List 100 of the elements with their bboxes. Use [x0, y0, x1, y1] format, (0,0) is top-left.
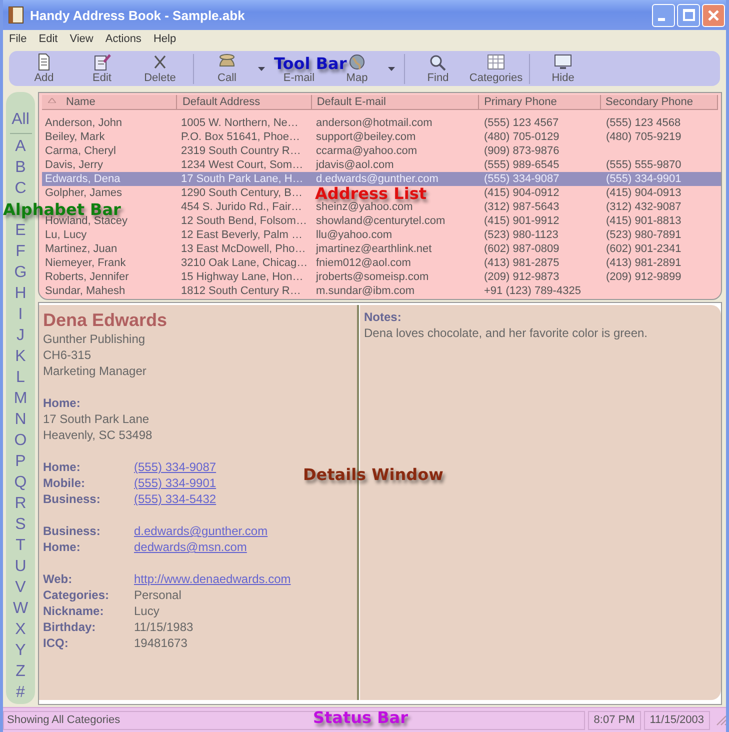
table-cell[interactable]: (413) 981-2875 [481, 256, 603, 270]
table-cell[interactable]: Lu, Lucy [42, 228, 178, 242]
table-cell[interactable]: Carma, Cheryl [42, 144, 178, 158]
table-cell[interactable]: (602) 987-0809 [481, 242, 603, 256]
table-cell[interactable]: (909) 873-9876 [481, 144, 603, 158]
table-cell[interactable]: (415) 901-9912 [481, 214, 603, 228]
letter-tab[interactable]: L [16, 370, 25, 386]
document-pencil-icon[interactable] [92, 52, 112, 70]
table-cell[interactable]: 12 East Beverly, Palm … [178, 228, 313, 242]
table-cell[interactable]: Edwards, Dena [42, 172, 178, 186]
letter-tab[interactable]: C [14, 180, 26, 196]
table-cell[interactable]: ccarma@yahoo.com [313, 144, 481, 158]
table-cell[interactable]: (555) 555-9870 [603, 158, 721, 172]
globe-icon[interactable] [347, 52, 367, 70]
letter-tab[interactable]: G [14, 264, 27, 280]
letter-tab[interactable]: B [15, 160, 26, 176]
letter-tab[interactable]: F [16, 244, 26, 260]
letter-tab[interactable]: # [16, 684, 25, 700]
search-icon[interactable] [428, 52, 448, 70]
table-cell[interactable]: P.O. Box 51641, Phoe… [178, 130, 313, 144]
letter-tab[interactable]: U [14, 558, 26, 574]
table-cell[interactable]: (480) 705-0129 [481, 130, 603, 144]
minimize-button[interactable] [652, 4, 675, 26]
table-cell[interactable]: (555) 334-9901 [603, 172, 721, 186]
table-cell[interactable]: 17 South Park Lane, H… [178, 172, 313, 186]
letter-tab[interactable]: R [14, 496, 26, 512]
table-cell[interactable]: 2319 South Country R… [178, 144, 313, 158]
table-cell[interactable]: jmartinez@earthlink.net [313, 242, 481, 256]
letter-tab[interactable]: A [15, 138, 26, 154]
letter-tab[interactable]: S [15, 516, 26, 532]
table-cell[interactable]: (312) 987-5643 [481, 200, 603, 214]
letter-tab[interactable]: M [14, 390, 28, 406]
table-cell[interactable]: (523) 980-1123 [481, 228, 603, 242]
table-cell[interactable]: 454 S. Jurido Rd., Fair… [178, 200, 313, 214]
table-cell[interactable]: d.edwards@gunther.com [313, 172, 481, 186]
table-cell[interactable]: (209) 912-9899 [603, 270, 721, 284]
table-cell[interactable]: Roberts, Jennifer [42, 270, 178, 284]
field-link[interactable]: http://www.denaedwards.com [134, 571, 291, 587]
table-cell[interactable]: jdavis@aol.com [313, 158, 481, 172]
table-cell[interactable]: Niemeyer, Frank [42, 256, 178, 270]
table-cell[interactable]: (415) 904-0913 [603, 186, 721, 200]
table-cell[interactable]: fniem012@aol.com [313, 256, 481, 270]
caret-icon[interactable] [258, 66, 264, 70]
field-link[interactable]: d.edwards@gunther.com [134, 523, 268, 539]
toolbar-button[interactable]: Hide [552, 72, 574, 84]
letter-tab[interactable]: J [16, 328, 24, 344]
table-cell[interactable]: (312) 432-9087 [603, 200, 721, 214]
letter-tab[interactable]: I [18, 306, 23, 322]
letter-tab[interactable]: All [12, 110, 30, 128]
table-cell[interactable]: sheinz@yahoo.com [313, 200, 481, 214]
menu-item[interactable]: Actions [105, 33, 142, 45]
column-header[interactable]: Default E-mail [312, 95, 480, 109]
table-cell[interactable]: llu@yahoo.com [313, 228, 481, 242]
table-cell[interactable]: (555) 334-9087 [481, 172, 603, 186]
toolbar-button[interactable]: Edit [92, 72, 112, 84]
letter-tab[interactable]: Y [15, 642, 26, 658]
monitor-icon[interactable] [553, 52, 573, 70]
letter-tab[interactable]: W [12, 600, 28, 616]
maximize-button[interactable] [677, 4, 700, 26]
column-header[interactable]: Default Address [177, 95, 312, 109]
table-cell[interactable]: 13 East McDowell, Pho… [178, 242, 313, 256]
letter-tab[interactable]: E [15, 222, 26, 238]
field-link[interactable]: (555) 334-9087 [134, 459, 216, 475]
field-link[interactable]: (555) 334-9901 [134, 475, 216, 491]
column-header[interactable]: Secondary Phone [600, 95, 718, 109]
table-cell[interactable]: Beiley, Mark [42, 130, 178, 144]
table-cell[interactable]: anderson@hotmail.com [313, 116, 481, 130]
table-cell[interactable]: Golpher, James [42, 186, 178, 200]
menu-item[interactable]: Edit [38, 33, 58, 45]
table-cell[interactable]: showland@centurytel.com [313, 214, 481, 228]
table-cell[interactable]: 1812 South Century R… [178, 284, 313, 298]
toolbar-button[interactable]: Find [427, 72, 449, 84]
close-button[interactable] [702, 4, 725, 26]
table-cell[interactable]: (602) 901-2341 [603, 242, 721, 256]
letter-tab[interactable]: Q [14, 474, 27, 490]
letter-tab[interactable]: X [15, 622, 26, 638]
table-cell[interactable]: support@beiley.com [313, 130, 481, 144]
letter-tab[interactable]: Z [16, 664, 26, 680]
toolbar-button[interactable]: Call [218, 72, 236, 84]
toolbar-button[interactable]: Add [34, 72, 54, 84]
table-cell[interactable]: (209) 912-9873 [481, 270, 603, 284]
table-cell[interactable]: (413) 981-2891 [603, 256, 721, 270]
table-cell[interactable]: Davis, Jerry [42, 158, 178, 172]
table-cell[interactable]: (415) 904-0912 [481, 186, 603, 200]
toolbar-button[interactable]: E-mail [283, 72, 315, 84]
column-header[interactable]: Primary Phone [479, 95, 601, 109]
field-link[interactable]: (555) 334-5432 [134, 491, 216, 507]
table-cell[interactable]: Martinez, Juan [42, 242, 178, 256]
table-cell[interactable]: (523) 980-7891 [603, 228, 721, 242]
table-cell[interactable]: jroberts@someisp.com [313, 270, 481, 284]
table-cell[interactable]: m.sundar@ibm.com [313, 284, 481, 298]
table-cell[interactable]: (555) 989-6545 [481, 158, 603, 172]
field-link[interactable]: dedwards@msn.com [134, 539, 247, 555]
table-cell[interactable]: 12 South Bend, Folsom… [178, 214, 313, 228]
table-cell[interactable]: 1290 South Century, B… [178, 186, 313, 200]
table-cell[interactable]: 1005 W. Northern, Ne… [178, 116, 313, 130]
letter-tab[interactable]: N [14, 412, 26, 428]
letter-tab[interactable]: O [14, 432, 27, 448]
table-cell[interactable]: 15 Highway Lane, Hon… [178, 270, 313, 284]
table-cell[interactable]: (555) 123 4567 [481, 116, 603, 130]
